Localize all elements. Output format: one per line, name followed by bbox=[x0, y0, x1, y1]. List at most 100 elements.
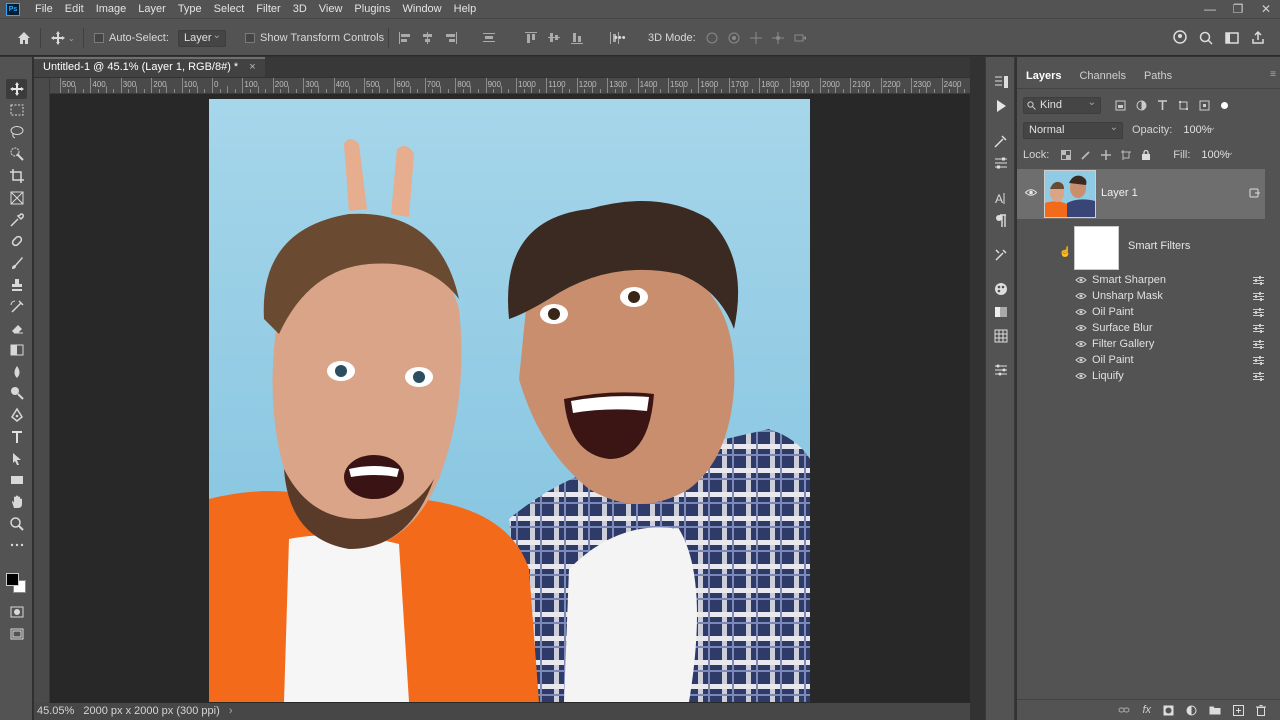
menu-type[interactable]: Type bbox=[172, 0, 208, 18]
zoom-tool-icon[interactable] bbox=[6, 514, 27, 534]
crop-tool-icon[interactable] bbox=[6, 166, 27, 186]
menu-layer[interactable]: Layer bbox=[132, 0, 172, 18]
panel-menu-icon[interactable]: ≡ bbox=[1270, 69, 1276, 80]
foreground-color-swatch[interactable] bbox=[6, 573, 19, 586]
brush-tool-icon[interactable] bbox=[6, 253, 27, 273]
new-layer-icon[interactable] bbox=[1233, 704, 1244, 716]
gradient-tool-icon[interactable] bbox=[6, 340, 27, 360]
stamp-tool-icon[interactable] bbox=[6, 275, 27, 295]
filter-item[interactable]: Surface Blur bbox=[1074, 320, 1264, 336]
3d-roll-icon[interactable] bbox=[727, 31, 741, 45]
add-mask-icon[interactable] bbox=[1163, 705, 1174, 716]
tab-layers[interactable]: Layers bbox=[1017, 63, 1070, 88]
rectangle-tool-icon[interactable] bbox=[6, 470, 27, 490]
menu-plugins[interactable]: Plugins bbox=[348, 0, 396, 18]
eye-icon[interactable] bbox=[1025, 188, 1037, 197]
marquee-tool-icon[interactable] bbox=[6, 100, 27, 120]
eraser-tool-icon[interactable] bbox=[6, 318, 27, 338]
filter-item[interactable]: Unsharp Mask bbox=[1074, 288, 1264, 304]
lasso-tool-icon[interactable] bbox=[6, 122, 27, 142]
align-bottom-icon[interactable] bbox=[570, 31, 584, 45]
tab-paths[interactable]: Paths bbox=[1135, 63, 1181, 88]
document-canvas[interactable] bbox=[209, 99, 810, 702]
screen-mode-icon[interactable] bbox=[6, 624, 27, 644]
eye-icon[interactable] bbox=[1074, 276, 1088, 284]
horizontal-ruler[interactable]: 500 400 300 200 100 0 100 200 300 400 500 600 700 800… bbox=[50, 78, 970, 94]
close-tab-icon[interactable]: × bbox=[249, 61, 255, 73]
character-panel-icon[interactable]: A bbox=[993, 190, 1009, 206]
quick-select-tool-icon[interactable] bbox=[6, 144, 27, 164]
eye-icon[interactable] bbox=[1074, 356, 1088, 364]
type-tool-icon[interactable] bbox=[6, 427, 27, 447]
auto-select-target-dropdown[interactable]: Layer bbox=[178, 28, 226, 47]
frame-tool-icon[interactable] bbox=[6, 188, 27, 208]
filter-shape-icon[interactable] bbox=[1178, 100, 1189, 111]
eye-icon[interactable] bbox=[1074, 292, 1088, 300]
move-tool-preset-icon[interactable]: ⌄ bbox=[50, 19, 75, 57]
menu-help[interactable]: Help bbox=[448, 0, 483, 18]
eye-icon[interactable] bbox=[1074, 308, 1088, 316]
blending-options-icon[interactable] bbox=[1253, 371, 1264, 381]
actions-panel-icon[interactable] bbox=[993, 98, 1009, 114]
blending-options-icon[interactable] bbox=[1253, 307, 1264, 317]
hand-tool-icon[interactable] bbox=[6, 492, 27, 512]
align-right-icon[interactable] bbox=[444, 31, 458, 45]
search-icon[interactable] bbox=[1198, 30, 1214, 46]
eye-icon[interactable] bbox=[1074, 340, 1088, 348]
blending-options-icon[interactable] bbox=[1253, 355, 1264, 365]
gradients-panel-icon[interactable] bbox=[993, 304, 1009, 320]
share-user-icon[interactable] bbox=[1172, 30, 1188, 46]
brush-settings-icon[interactable] bbox=[993, 133, 1009, 149]
lock-brush-icon[interactable] bbox=[1081, 150, 1091, 160]
menu-filter[interactable]: Filter bbox=[250, 0, 286, 18]
filter-item[interactable]: Oil Paint bbox=[1074, 304, 1264, 320]
filter-pixel-icon[interactable] bbox=[1115, 100, 1126, 111]
photoshop-logo-icon[interactable]: Ps bbox=[6, 2, 20, 16]
align-center-icon[interactable] bbox=[421, 31, 435, 45]
menu-window[interactable]: Window bbox=[397, 0, 448, 18]
delete-layer-icon[interactable] bbox=[1256, 704, 1266, 716]
pen-tool-icon[interactable] bbox=[6, 405, 27, 425]
color-panel-icon[interactable] bbox=[993, 281, 1009, 297]
layer-name[interactable]: Layer 1 bbox=[1101, 187, 1138, 199]
filter-item[interactable]: Smart Sharpen bbox=[1074, 272, 1264, 288]
kind-filter-dropdown[interactable]: Kind bbox=[1023, 95, 1101, 114]
lock-position-icon[interactable] bbox=[1101, 150, 1112, 160]
auto-select-checkbox[interactable] bbox=[94, 33, 104, 43]
adjustment-layer-icon[interactable] bbox=[1186, 705, 1197, 716]
eye-icon[interactable] bbox=[1074, 324, 1088, 332]
eye-icon[interactable] bbox=[1074, 372, 1088, 380]
tool-presets-icon[interactable] bbox=[993, 247, 1009, 263]
fill-input[interactable]: 100% bbox=[1195, 145, 1240, 164]
filter-smart-object-icon[interactable] bbox=[1199, 100, 1210, 111]
dodge-tool-icon[interactable] bbox=[6, 383, 27, 403]
blending-options-icon[interactable] bbox=[1253, 291, 1264, 301]
distribute-icon[interactable] bbox=[482, 31, 496, 45]
close-window-button[interactable]: ✕ bbox=[1252, 0, 1280, 18]
filter-type-icon[interactable] bbox=[1157, 99, 1168, 111]
swatches-panel-icon[interactable] bbox=[993, 328, 1009, 344]
layers-scrollbar[interactable] bbox=[1268, 169, 1276, 699]
3d-orbit-icon[interactable] bbox=[705, 31, 719, 45]
align-left-icon[interactable] bbox=[398, 31, 412, 45]
layer-style-icon[interactable]: fx bbox=[1142, 704, 1151, 716]
history-brush-tool-icon[interactable] bbox=[6, 297, 27, 317]
path-select-tool-icon[interactable] bbox=[6, 449, 27, 469]
minimize-button[interactable]: — bbox=[1196, 0, 1224, 18]
zoom-level[interactable]: 45.05% bbox=[37, 705, 74, 717]
smart-filter-mask-thumbnail[interactable] bbox=[1074, 226, 1119, 270]
lock-all-icon[interactable] bbox=[1141, 150, 1151, 160]
properties-panel-icon[interactable] bbox=[993, 362, 1009, 378]
filter-item[interactable]: Liquify bbox=[1074, 368, 1264, 384]
blending-options-icon[interactable] bbox=[1253, 339, 1264, 349]
status-expand-icon[interactable]: › bbox=[229, 705, 233, 717]
healing-brush-tool-icon[interactable] bbox=[6, 231, 27, 251]
menu-view[interactable]: View bbox=[313, 0, 349, 18]
show-transform-checkbox[interactable] bbox=[245, 33, 255, 43]
adjustments-panel-icon[interactable] bbox=[993, 155, 1009, 171]
menu-3d[interactable]: 3D bbox=[287, 0, 313, 18]
paragraph-panel-icon[interactable] bbox=[993, 213, 1009, 229]
align-middle-icon[interactable] bbox=[547, 31, 561, 45]
blend-mode-dropdown[interactable]: Normal bbox=[1023, 120, 1123, 139]
3d-slide-icon[interactable] bbox=[771, 31, 785, 45]
